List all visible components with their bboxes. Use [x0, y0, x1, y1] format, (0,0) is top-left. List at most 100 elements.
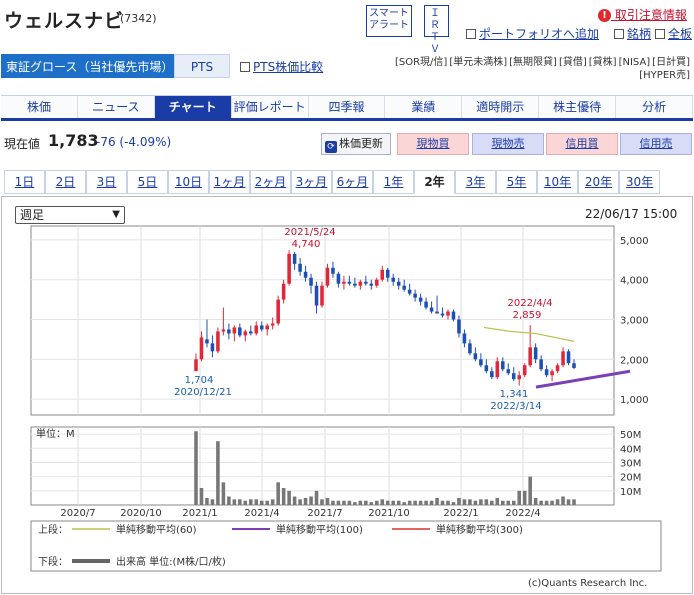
- volume-bar: [303, 497, 308, 505]
- ma100-line: [535, 369, 631, 389]
- volume-tick-label: 30M: [620, 458, 641, 469]
- volume-bar: [281, 487, 286, 505]
- volume-bar: [331, 500, 335, 505]
- candle-body: [407, 289, 412, 294]
- candle-body: [287, 253, 291, 284]
- candle-body: [550, 371, 554, 376]
- candle-body: [380, 269, 385, 280]
- price-tick-label: 4,000: [620, 276, 649, 287]
- candle-body: [281, 283, 286, 300]
- candle-body: [353, 283, 357, 286]
- volume-bar: [391, 500, 395, 505]
- volume-bar: [325, 497, 330, 505]
- x-tick-label: 2021/10: [368, 508, 410, 519]
- volume-bar: [216, 441, 220, 505]
- ma60-line: [483, 326, 575, 342]
- candle-body: [440, 313, 445, 316]
- annotation-low-date: 2020/12/21: [174, 387, 232, 398]
- candle-body: [484, 365, 489, 372]
- candle-body: [468, 343, 472, 354]
- volume-bar: [440, 500, 445, 505]
- candle-body: [572, 363, 576, 368]
- candle-body: [446, 311, 450, 316]
- candle-body: [522, 365, 527, 376]
- volume-bar: [429, 500, 434, 505]
- candle-body: [243, 331, 248, 336]
- volume-bar: [550, 500, 554, 505]
- volume-bar: [490, 500, 494, 505]
- volume-bar: [522, 490, 527, 505]
- candle-body: [199, 337, 204, 360]
- volume-bar: [561, 496, 565, 505]
- candle-body: [265, 325, 269, 330]
- candle-body: [216, 331, 220, 352]
- candle-body: [402, 285, 406, 290]
- x-tick-label: 2022/4: [505, 508, 540, 519]
- candle-body: [249, 331, 253, 334]
- candle-body: [457, 319, 461, 334]
- volume-bar: [249, 499, 253, 505]
- x-tick-label: 2022/1: [443, 508, 478, 519]
- annotation-high-date: 2021/5/24: [284, 227, 335, 238]
- volume-bar: [446, 500, 450, 505]
- volume-bar: [539, 500, 543, 505]
- candle-body: [506, 369, 511, 374]
- legend-top-label: 上段：: [38, 523, 68, 536]
- annotation-recent-high-date: 2022/4/4: [508, 298, 553, 309]
- candle-body: [413, 293, 417, 298]
- volume-bar: [336, 500, 341, 505]
- volume-bar: [506, 500, 511, 505]
- volume-bar: [353, 502, 357, 505]
- candle-body: [342, 281, 346, 284]
- candle-body: [238, 327, 242, 336]
- x-tick-label: 2021/7: [307, 508, 342, 519]
- volume-unit-label: 単位：M: [36, 427, 75, 440]
- volume-bar: [479, 499, 483, 505]
- legend-label: 単純移動平均(100): [276, 523, 363, 536]
- candle-body: [375, 279, 379, 286]
- candle-body: [385, 269, 390, 278]
- price-tick-label: 5,000: [620, 236, 649, 247]
- candle-body: [303, 271, 308, 278]
- volume-bar: [199, 487, 204, 505]
- annotation-recent-low-date: 2022/3/14: [490, 401, 541, 412]
- volume-bar: [369, 502, 374, 505]
- volume-bar: [358, 500, 363, 505]
- volume-bar: [298, 499, 302, 505]
- candle-body: [320, 285, 324, 306]
- candle-body: [495, 361, 500, 378]
- volume-bar: [380, 499, 385, 505]
- volume-bar: [484, 499, 489, 505]
- volume-bar: [232, 499, 237, 505]
- volume-tick-label: 10M: [620, 487, 641, 498]
- candle-body: [451, 311, 456, 320]
- volume-plot-frame: [30, 426, 615, 506]
- candle-body: [270, 323, 275, 326]
- candle-body: [298, 263, 302, 272]
- price-tick-label: 2,000: [620, 355, 649, 366]
- volume-bar: [287, 490, 291, 505]
- volume-bar: [385, 500, 390, 505]
- volume-bar: [227, 496, 231, 505]
- legend-label: 単純移動平均(60): [116, 523, 197, 536]
- candle-body: [462, 333, 467, 344]
- volume-bar: [566, 499, 571, 505]
- candle-body: [292, 253, 297, 264]
- candle-body: [259, 325, 264, 330]
- volume-bar: [413, 500, 417, 505]
- volume-bar: [528, 476, 532, 505]
- legend-volume-label: 出来高 単位:(M株/口/枚): [116, 555, 226, 568]
- annotation-recent-low-value: 1,341: [500, 389, 529, 400]
- candle-body: [435, 311, 439, 314]
- volume-bar: [265, 500, 269, 505]
- volume-bar: [435, 497, 439, 505]
- legend-bottom-label: 下段：: [38, 555, 68, 568]
- volume-bar: [402, 502, 406, 505]
- volume-bar: [555, 499, 560, 505]
- volume-bar: [292, 496, 297, 505]
- candle-body: [511, 373, 516, 380]
- candle-body: [254, 325, 259, 334]
- volume-bar: [533, 497, 538, 505]
- x-tick-label: 2021/4: [244, 508, 279, 519]
- volume-bar: [457, 497, 461, 505]
